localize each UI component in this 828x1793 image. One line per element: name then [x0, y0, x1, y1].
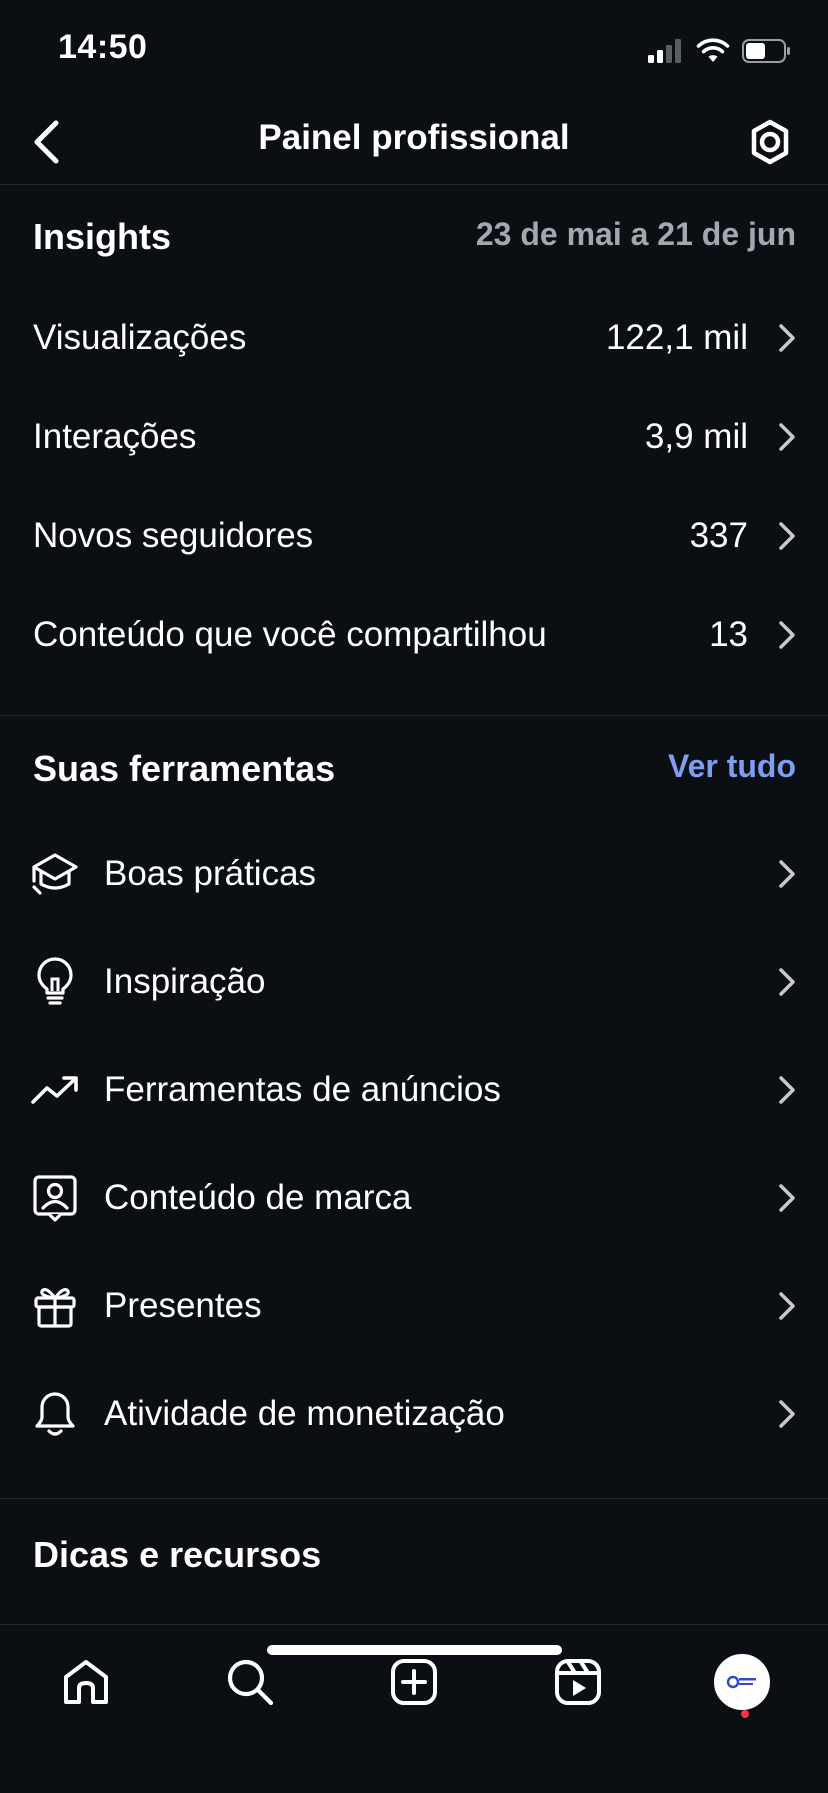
- tool-label: Inspiração: [104, 962, 266, 1001]
- gift-icon: [30, 1281, 80, 1331]
- tool-row-branded-content[interactable]: Conteúdo de marca: [0, 1144, 828, 1252]
- metric-label: Novos seguidores: [33, 515, 314, 555]
- tool-label: Atividade de monetização: [104, 1394, 505, 1433]
- status-time: 14:50: [58, 28, 148, 66]
- bell-icon: [30, 1389, 80, 1439]
- chevron-right-icon: [776, 619, 798, 651]
- nav-search[interactable]: [215, 1647, 285, 1717]
- nav-header: Painel profissional: [0, 100, 828, 185]
- metric-row-interactions[interactable]: Interações 3,9 mil: [0, 387, 828, 486]
- chevron-right-icon: [776, 858, 798, 890]
- tool-row-inspiration[interactable]: Inspiração: [0, 928, 828, 1036]
- metric-value: 122,1 mil: [605, 317, 748, 357]
- nav-create[interactable]: [379, 1647, 449, 1717]
- chevron-right-icon: [776, 1398, 798, 1430]
- chevron-right-icon: [776, 1182, 798, 1214]
- page-title: Painel profissional: [258, 118, 570, 157]
- tool-label: Boas práticas: [104, 854, 317, 893]
- wifi-icon: [696, 38, 730, 64]
- metric-value: 13: [709, 614, 748, 654]
- metric-row-views[interactable]: Visualizações 122,1 mil: [0, 288, 828, 387]
- tool-row-monetization[interactable]: Atividade de monetização: [0, 1360, 828, 1468]
- trending-up-icon: [30, 1065, 80, 1115]
- tool-row-gifts[interactable]: Presentes: [0, 1252, 828, 1360]
- metric-row-new-followers[interactable]: Novos seguidores 337: [0, 486, 828, 585]
- home-icon: [61, 1658, 111, 1706]
- status-bar: 14:50: [0, 0, 828, 100]
- metric-label: Interações: [33, 416, 197, 456]
- nav-reels[interactable]: [543, 1647, 613, 1717]
- graduation-cap-icon: [30, 849, 80, 899]
- chevron-right-icon: [776, 421, 798, 453]
- date-range[interactable]: 23 de mai a 21 de jun: [476, 216, 796, 253]
- tool-label: Ferramentas de anúncios: [104, 1070, 501, 1109]
- battery-icon: [742, 39, 792, 63]
- lightbulb-icon: [30, 957, 80, 1007]
- chevron-right-icon: [776, 520, 798, 552]
- chevron-right-icon: [776, 322, 798, 354]
- tool-row-best-practices[interactable]: Boas práticas: [0, 820, 828, 928]
- search-icon: [226, 1658, 274, 1706]
- section-divider: [0, 1498, 828, 1499]
- create-icon: [390, 1658, 438, 1706]
- status-icons: [648, 36, 792, 66]
- tool-label: Conteúdo de marca: [104, 1178, 412, 1217]
- cellular-signal-icon: [648, 39, 684, 63]
- chevron-right-icon: [776, 1074, 798, 1106]
- avatar: [714, 1654, 770, 1710]
- metric-value: 337: [689, 515, 748, 555]
- tool-row-ad-tools[interactable]: Ferramentas de anúncios: [0, 1036, 828, 1144]
- chevron-right-icon: [776, 966, 798, 998]
- gear-icon: [747, 119, 793, 165]
- tips-title: Dicas e recursos: [33, 1534, 322, 1575]
- home-indicator: [267, 1645, 562, 1655]
- chevron-right-icon: [776, 1290, 798, 1322]
- tool-label: Presentes: [104, 1286, 262, 1325]
- metric-row-content-shared[interactable]: Conteúdo que você compartilhou 13: [0, 585, 828, 684]
- see-all-link[interactable]: Ver tudo: [668, 748, 796, 785]
- settings-button[interactable]: [742, 114, 798, 170]
- metric-label: Visualizações: [33, 317, 247, 357]
- tools-title: Suas ferramentas: [33, 748, 336, 789]
- nav-profile[interactable]: [707, 1647, 777, 1717]
- reels-icon: [554, 1658, 602, 1706]
- notification-dot: [741, 1710, 749, 1718]
- nav-home[interactable]: [51, 1647, 121, 1717]
- insights-title: Insights: [33, 216, 172, 257]
- section-divider: [0, 715, 828, 716]
- metric-label: Conteúdo que você compartilhou: [33, 614, 547, 654]
- metric-value: 3,9 mil: [644, 416, 748, 456]
- branded-content-icon: [30, 1173, 80, 1223]
